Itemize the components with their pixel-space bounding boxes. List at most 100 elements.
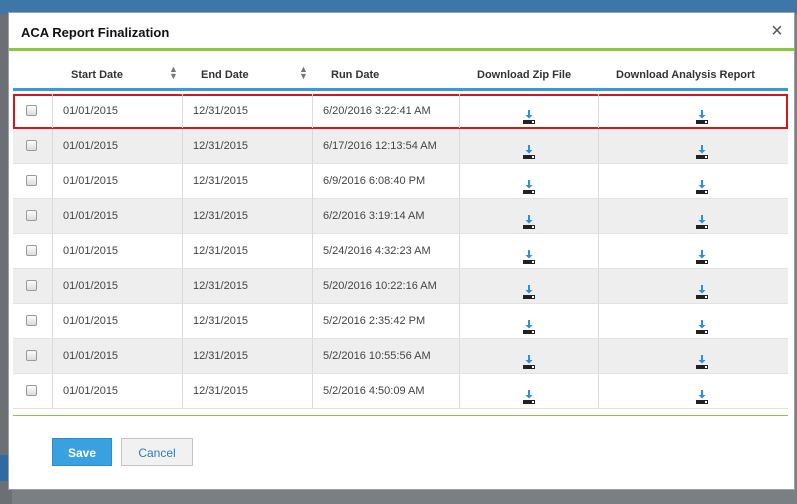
table-row[interactable]: 01/01/2015 12/31/2015 5/2/2016 4:50:09 AM [13, 374, 788, 409]
start-date-cell: 01/01/2015 [53, 304, 183, 338]
run-date-cell: 6/17/2016 12:13:54 AM [313, 129, 460, 163]
aca-report-finalization-dialog: ACA Report Finalization × Start Date ▲ ▼ … [8, 12, 795, 490]
download-zip-cell [460, 199, 599, 233]
download-icon[interactable] [696, 104, 708, 124]
row-select-cell [13, 304, 53, 338]
row-select-cell [13, 94, 53, 128]
table-row[interactable]: 01/01/2015 12/31/2015 6/17/2016 12:13:54 A… [13, 129, 788, 164]
cancel-button[interactable]: Cancel [121, 438, 193, 466]
download-icon[interactable] [523, 384, 535, 404]
run-date-cell: 5/24/2016 4:32:23 AM [313, 234, 460, 268]
sort-icon[interactable]: ▲ ▼ [169, 65, 179, 81]
download-zip-cell [460, 164, 599, 198]
row-checkbox[interactable] [26, 245, 37, 256]
table-row[interactable]: 01/01/2015 12/31/2015 5/20/2016 10:22:16 A… [13, 269, 788, 304]
download-icon[interactable] [696, 384, 708, 404]
start-date-cell: 01/01/2015 [53, 269, 183, 303]
start-date-cell: 01/01/2015 [53, 374, 183, 408]
table-row[interactable]: 01/01/2015 12/31/2015 5/2/2016 2:35:42 PM [13, 304, 788, 339]
download-analysis-cell [599, 234, 788, 268]
download-analysis-cell [599, 199, 788, 233]
column-header-end-date[interactable]: End Date [201, 69, 249, 81]
download-analysis-cell [599, 94, 788, 128]
download-analysis-cell [599, 304, 788, 338]
close-icon[interactable]: × [766, 19, 788, 43]
end-date-cell: 12/31/2015 [183, 94, 313, 128]
download-icon[interactable] [696, 244, 708, 264]
download-analysis-cell [599, 164, 788, 198]
download-zip-cell [460, 129, 599, 163]
dialog-header: ACA Report Finalization × [9, 13, 794, 51]
download-zip-cell [460, 304, 599, 338]
run-date-cell: 5/2/2016 2:35:42 PM [313, 304, 460, 338]
row-select-cell [13, 339, 53, 373]
download-icon[interactable] [523, 104, 535, 124]
download-icon[interactable] [696, 174, 708, 194]
end-date-cell: 12/31/2015 [183, 374, 313, 408]
row-checkbox[interactable] [26, 140, 37, 151]
download-zip-cell [460, 234, 599, 268]
download-icon[interactable] [696, 349, 708, 369]
table-row[interactable]: 01/01/2015 12/31/2015 5/24/2016 4:32:23 AM [13, 234, 788, 269]
download-zip-cell [460, 374, 599, 408]
row-checkbox[interactable] [26, 175, 37, 186]
download-icon[interactable] [523, 244, 535, 264]
save-button[interactable]: Save [52, 438, 112, 466]
row-select-cell [13, 199, 53, 233]
download-zip-cell [460, 94, 599, 128]
row-select-cell [13, 374, 53, 408]
download-icon[interactable] [696, 279, 708, 299]
row-checkbox[interactable] [26, 280, 37, 291]
background-button-stub [0, 455, 8, 481]
end-date-cell: 12/31/2015 [183, 269, 313, 303]
download-icon[interactable] [523, 209, 535, 229]
download-analysis-cell [599, 339, 788, 373]
row-checkbox[interactable] [26, 385, 37, 396]
download-analysis-cell [599, 374, 788, 408]
end-date-cell: 12/31/2015 [183, 339, 313, 373]
row-checkbox[interactable] [26, 315, 37, 326]
download-icon[interactable] [523, 174, 535, 194]
table-row[interactable]: 01/01/2015 12/31/2015 5/2/2016 10:55:56 AM [13, 339, 788, 374]
download-zip-cell [460, 339, 599, 373]
row-select-cell [13, 164, 53, 198]
download-icon[interactable] [523, 279, 535, 299]
sort-icon[interactable]: ▲ ▼ [299, 65, 309, 81]
run-date-cell: 5/20/2016 10:22:16 AM [313, 269, 460, 303]
end-date-cell: 12/31/2015 [183, 199, 313, 233]
download-zip-cell [460, 269, 599, 303]
start-date-cell: 01/01/2015 [53, 164, 183, 198]
column-header-run-date: Run Date [331, 69, 380, 81]
run-date-cell: 6/9/2016 6:08:40 PM [313, 164, 460, 198]
start-date-cell: 01/01/2015 [53, 129, 183, 163]
download-icon[interactable] [523, 349, 535, 369]
run-date-cell: 6/20/2016 3:22:41 AM [313, 94, 460, 128]
table-row[interactable]: 01/01/2015 12/31/2015 6/2/2016 3:19:14 AM [13, 199, 788, 234]
row-select-cell [13, 269, 53, 303]
end-date-cell: 12/31/2015 [183, 234, 313, 268]
download-icon[interactable] [696, 314, 708, 334]
dialog-title: ACA Report Finalization [21, 25, 170, 40]
download-icon[interactable] [696, 209, 708, 229]
start-date-cell: 01/01/2015 [53, 94, 183, 128]
run-date-cell: 5/2/2016 10:55:56 AM [313, 339, 460, 373]
table-row[interactable]: 01/01/2015 12/31/2015 6/9/2016 6:08:40 PM [13, 164, 788, 199]
row-checkbox[interactable] [26, 210, 37, 221]
download-icon[interactable] [696, 139, 708, 159]
row-checkbox[interactable] [26, 105, 37, 116]
download-icon[interactable] [523, 314, 535, 334]
row-checkbox[interactable] [26, 350, 37, 361]
row-select-cell [13, 234, 53, 268]
run-date-cell: 6/2/2016 3:19:14 AM [313, 199, 460, 233]
run-date-cell: 5/2/2016 4:50:09 AM [313, 374, 460, 408]
column-header-download-analysis: Download Analysis Report [616, 69, 755, 81]
start-date-cell: 01/01/2015 [53, 199, 183, 233]
end-date-cell: 12/31/2015 [183, 164, 313, 198]
row-select-cell [13, 129, 53, 163]
download-icon[interactable] [523, 139, 535, 159]
table-row[interactable]: 01/01/2015 12/31/2015 6/20/2016 3:22:41 AM [13, 94, 788, 129]
column-header-start-date[interactable]: Start Date [71, 69, 123, 81]
end-date-cell: 12/31/2015 [183, 129, 313, 163]
download-analysis-cell [599, 129, 788, 163]
start-date-cell: 01/01/2015 [53, 234, 183, 268]
